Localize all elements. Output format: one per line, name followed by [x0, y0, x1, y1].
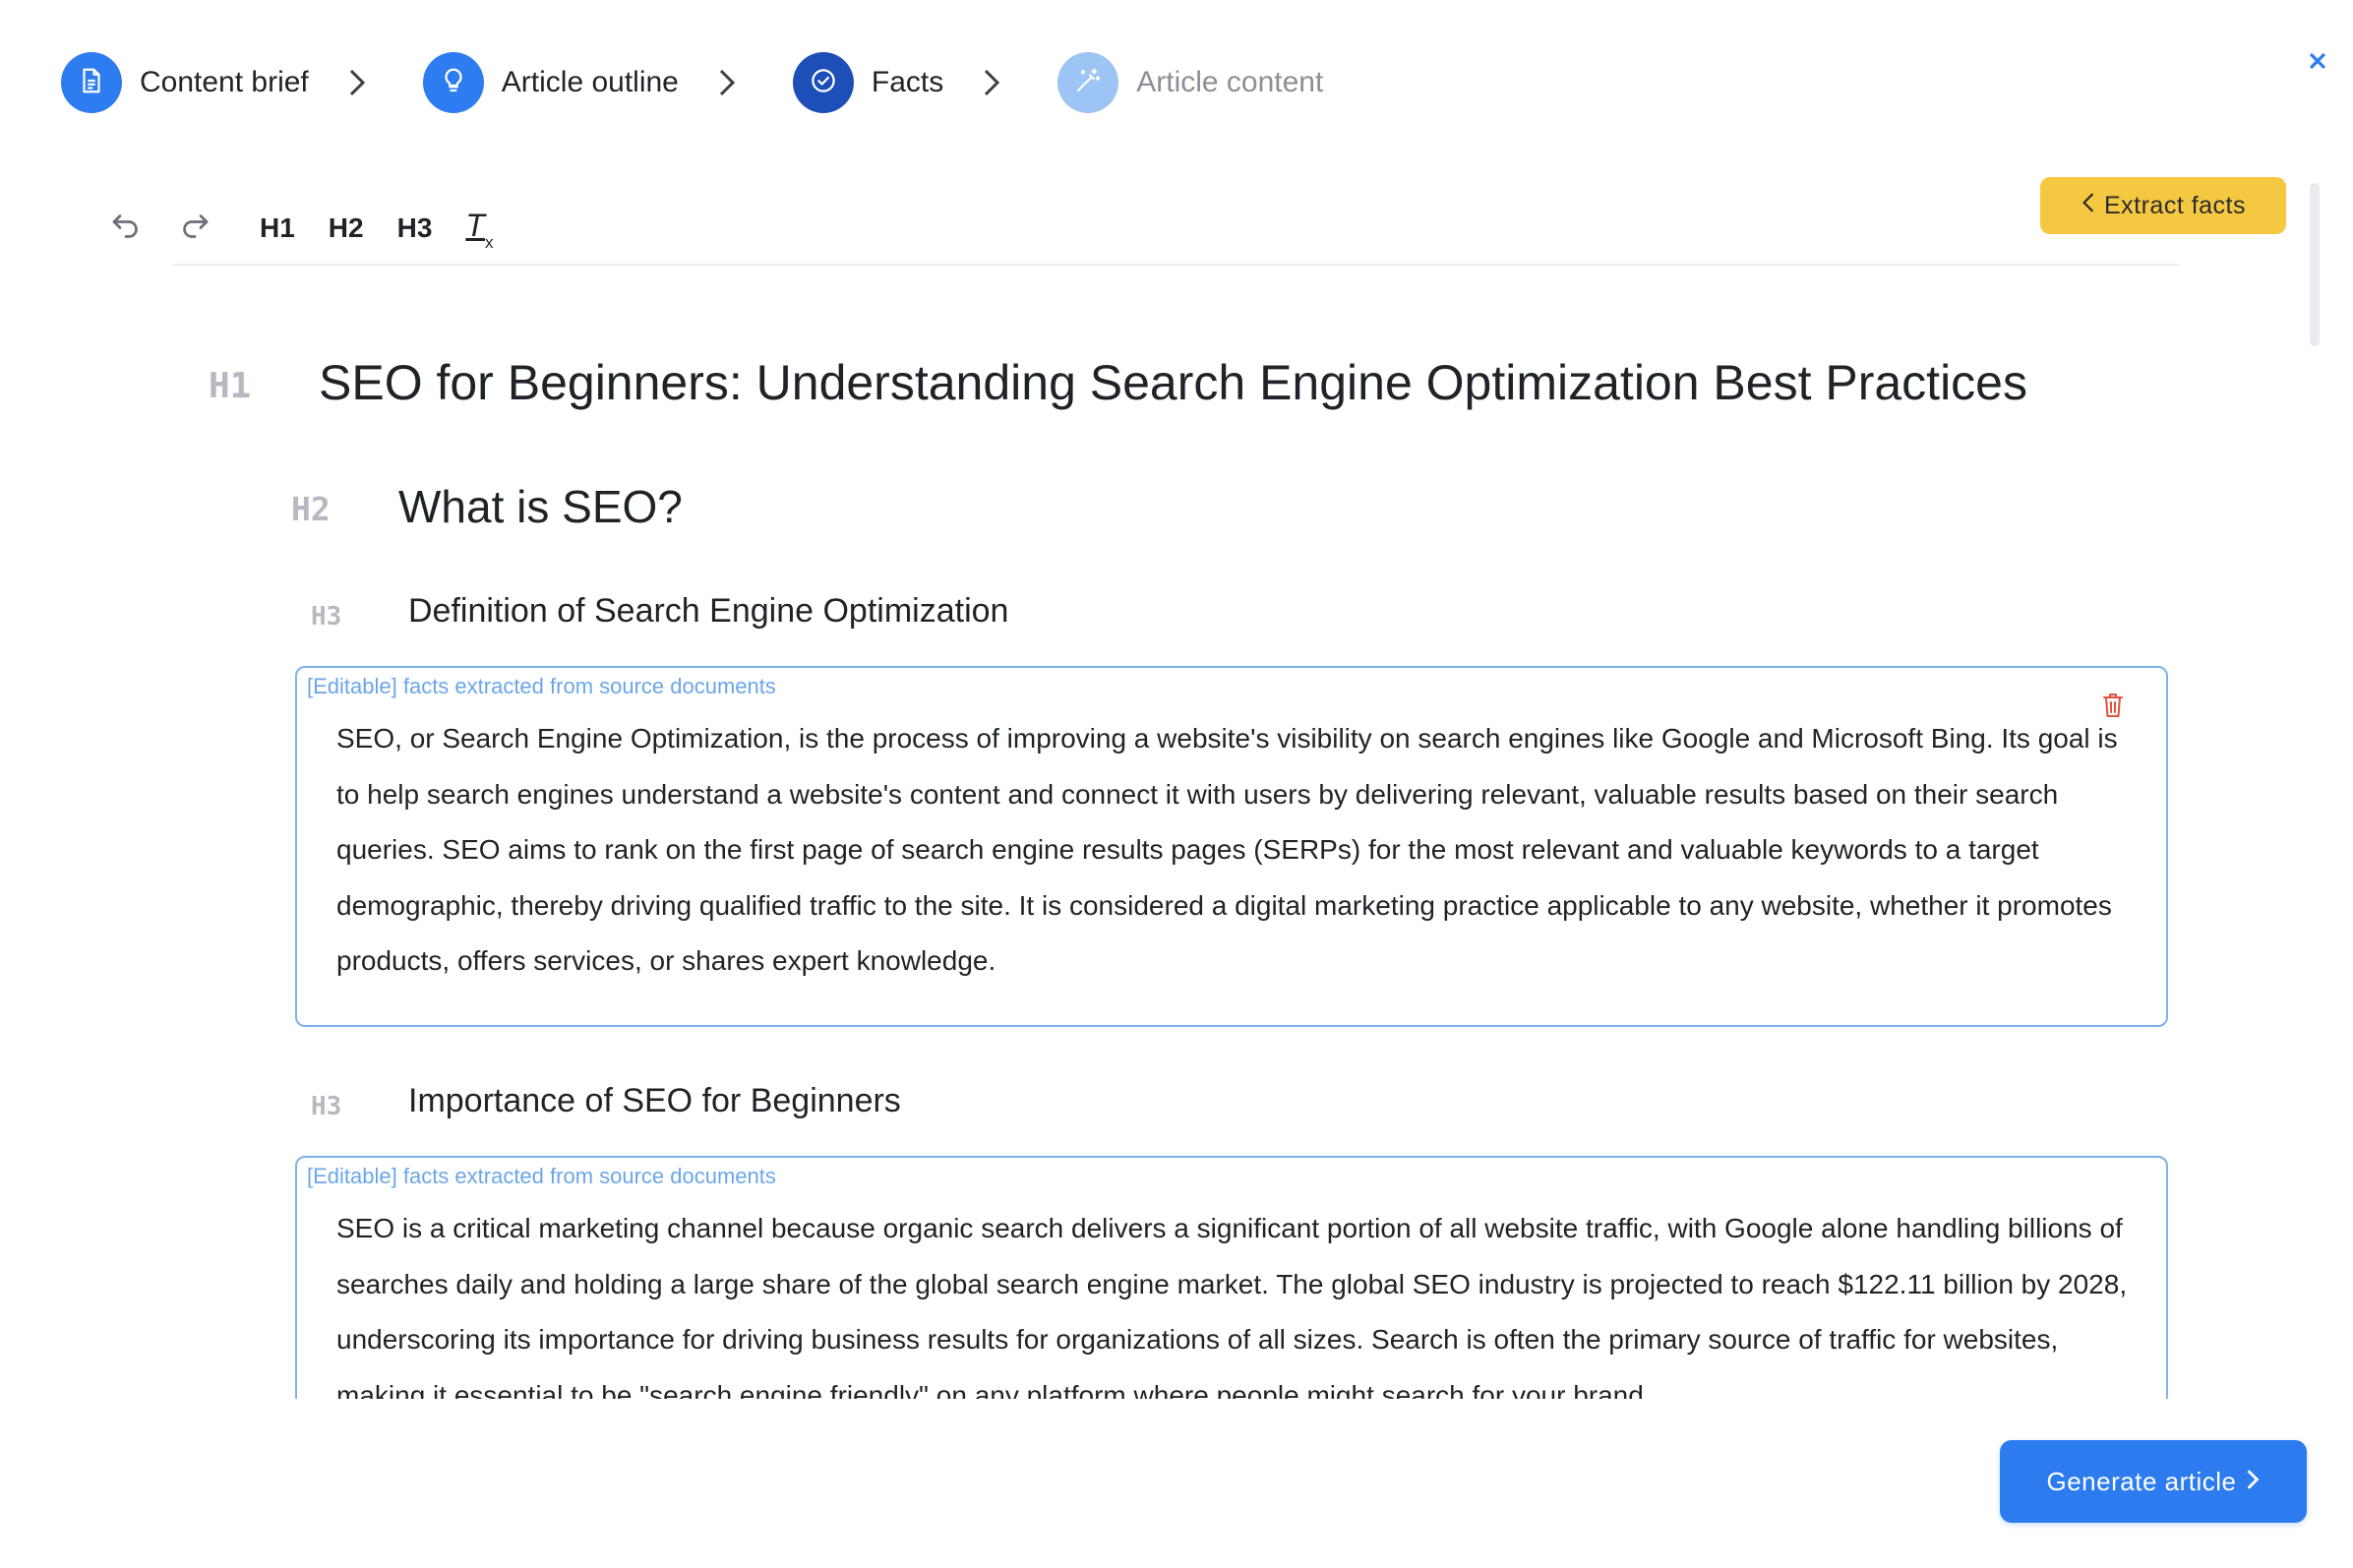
- step-label: Article outline: [501, 66, 679, 98]
- step-content-brief[interactable]: Content brief: [61, 52, 309, 113]
- step-article-content[interactable]: Article content: [1057, 52, 1323, 113]
- article-title[interactable]: SEO for Beginners: Understanding Search …: [319, 354, 2027, 411]
- document-editor[interactable]: H1 SEO for Beginners: Understanding Sear…: [0, 295, 2353, 1399]
- h2-tag: H2: [291, 490, 331, 528]
- facts-block[interactable]: [Editable] facts extracted from source d…: [295, 1156, 2168, 1399]
- step-article-outline[interactable]: Article outline: [422, 52, 679, 113]
- h3-tag: H3: [311, 1092, 342, 1121]
- step-circle: [1057, 52, 1119, 113]
- redo-icon: [177, 209, 212, 249]
- facts-block[interactable]: [Editable] facts extracted from source d…: [295, 666, 2168, 1027]
- chevron-right-icon: [2236, 1467, 2260, 1497]
- document-icon: [77, 66, 106, 100]
- heading-1-button[interactable]: H1: [260, 212, 295, 244]
- clear-format-sub: x: [484, 232, 494, 252]
- progress-stepper: Content brief Article outline Facts Arti…: [61, 51, 1323, 114]
- close-icon: [2308, 51, 2327, 76]
- chevron-right-icon: [342, 68, 372, 97]
- subsection-heading-h3[interactable]: Importance of SEO for Beginners: [408, 1082, 901, 1120]
- generate-article-label: Generate article: [2046, 1466, 2237, 1496]
- facts-text[interactable]: SEO, or Search Engine Optimization, is t…: [336, 711, 2137, 990]
- magic-wand-icon: [1073, 66, 1103, 100]
- redo-button[interactable]: [175, 209, 214, 248]
- clear-format-glyph: T: [465, 208, 485, 244]
- subsection-heading-h3[interactable]: Definition of Search Engine Optimization: [408, 592, 1008, 631]
- heading-3-button[interactable]: H3: [397, 212, 433, 244]
- step-label: Content brief: [140, 66, 309, 98]
- step-circle: [422, 52, 484, 113]
- h3-tag: H3: [311, 602, 342, 632]
- step-label: Facts: [871, 66, 944, 98]
- chevron-right-icon: [712, 68, 742, 97]
- generate-article-button[interactable]: Generate article: [2000, 1440, 2307, 1523]
- undo-button[interactable]: [106, 209, 146, 248]
- check-circle-icon: [809, 66, 838, 100]
- h1-tag: H1: [209, 366, 252, 406]
- extract-facts-button[interactable]: Extract facts: [2040, 177, 2286, 234]
- facts-caption: [Editable] facts extracted from source d…: [307, 1164, 776, 1188]
- step-facts[interactable]: Facts: [792, 52, 944, 113]
- lightbulb-icon: [439, 66, 468, 100]
- facts-caption: [Editable] facts extracted from source d…: [307, 674, 776, 698]
- clear-format-button[interactable]: Tx: [465, 208, 493, 251]
- step-circle: [792, 52, 854, 113]
- chevron-left-icon: [2081, 192, 2104, 220]
- heading-2-button[interactable]: H2: [329, 212, 364, 244]
- step-label: Article content: [1136, 66, 1324, 98]
- section-heading-h2[interactable]: What is SEO?: [398, 480, 683, 533]
- toolbar-divider: [172, 264, 2179, 266]
- undo-icon: [108, 209, 144, 249]
- step-circle: [61, 52, 122, 113]
- chevron-right-icon: [977, 68, 1006, 97]
- extract-facts-label: Extract facts: [2103, 191, 2247, 219]
- close-button[interactable]: [2304, 49, 2331, 77]
- facts-text[interactable]: SEO is a critical marketing channel beca…: [336, 1201, 2137, 1399]
- editor-toolbar: H1 H2 H3 Tx: [106, 201, 493, 256]
